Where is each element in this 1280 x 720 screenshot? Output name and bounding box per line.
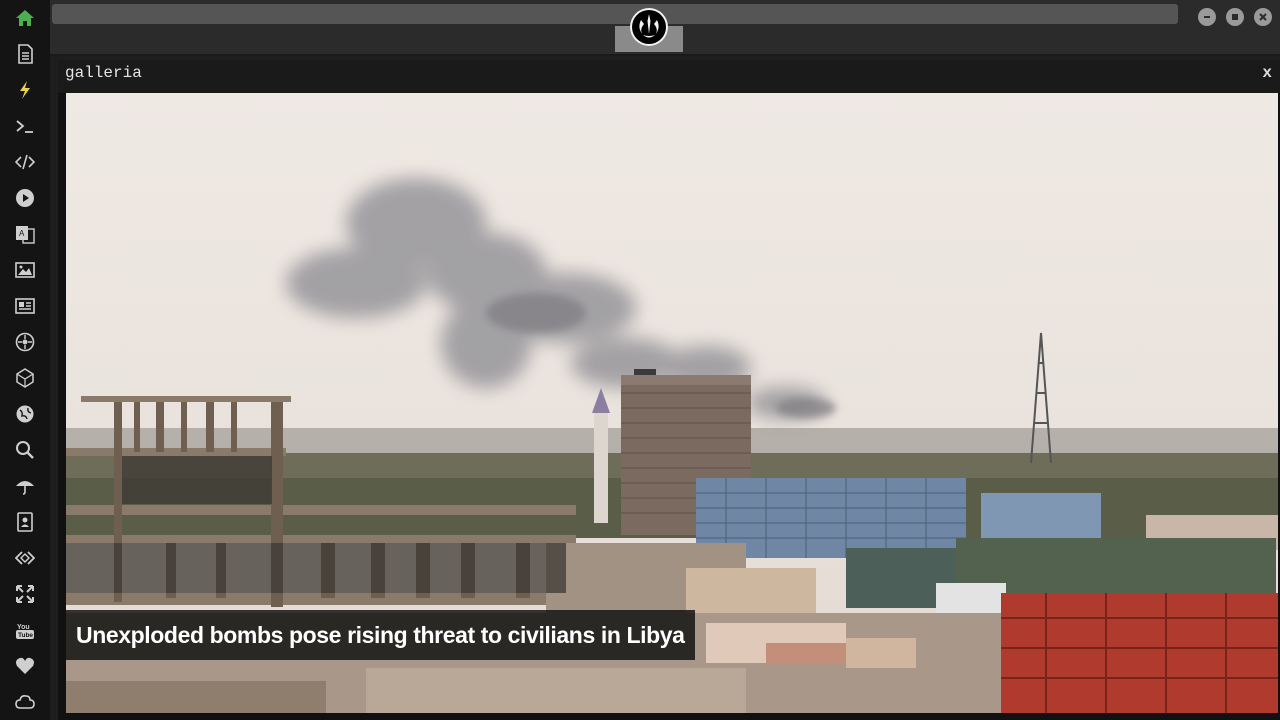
- svg-text:A: A: [19, 229, 25, 238]
- contact-icon[interactable]: [13, 510, 37, 534]
- cube-icon[interactable]: [13, 366, 37, 390]
- umbrella-icon[interactable]: [13, 474, 37, 498]
- caption-overlay: Unexploded bombs pose rising threat to c…: [66, 610, 695, 660]
- translate-icon[interactable]: A: [13, 222, 37, 246]
- document-icon[interactable]: [13, 42, 37, 66]
- news-icon[interactable]: [13, 294, 37, 318]
- heart-icon[interactable]: [13, 654, 37, 678]
- svg-text:You: You: [17, 624, 30, 631]
- home-icon[interactable]: [13, 6, 37, 30]
- cloud-icon[interactable]: [13, 690, 37, 714]
- close-window-button[interactable]: [1254, 8, 1272, 26]
- minimize-button[interactable]: [1198, 8, 1216, 26]
- terminal-icon[interactable]: [13, 114, 37, 138]
- gallery-window: galleria x Unexploded bombs pose rising …: [58, 60, 1280, 720]
- window-title: galleria: [65, 64, 142, 82]
- maximize-button[interactable]: [1226, 8, 1244, 26]
- code-icon[interactable]: [13, 150, 37, 174]
- expand-icon[interactable]: [13, 582, 37, 606]
- svg-text:Tube: Tube: [18, 632, 33, 639]
- search-icon[interactable]: [13, 438, 37, 462]
- close-button[interactable]: x: [1262, 64, 1272, 82]
- top-bar: [50, 0, 1280, 56]
- window-header: galleria x: [58, 60, 1280, 93]
- atom-icon[interactable]: [13, 330, 37, 354]
- address-bar[interactable]: [52, 4, 1178, 24]
- photo-caption: Unexploded bombs pose rising threat to c…: [76, 621, 685, 648]
- youtube-icon[interactable]: You Tube: [13, 618, 37, 642]
- rebel-alliance-logo-icon[interactable]: [630, 8, 668, 46]
- globe-icon[interactable]: [13, 402, 37, 426]
- sidebar: A You Tube: [0, 0, 50, 720]
- lightning-icon[interactable]: [13, 78, 37, 102]
- image-icon[interactable]: [13, 258, 37, 282]
- gallery-photo: Unexploded bombs pose rising threat to c…: [66, 93, 1278, 713]
- dev-icon[interactable]: [13, 546, 37, 570]
- play-icon[interactable]: [13, 186, 37, 210]
